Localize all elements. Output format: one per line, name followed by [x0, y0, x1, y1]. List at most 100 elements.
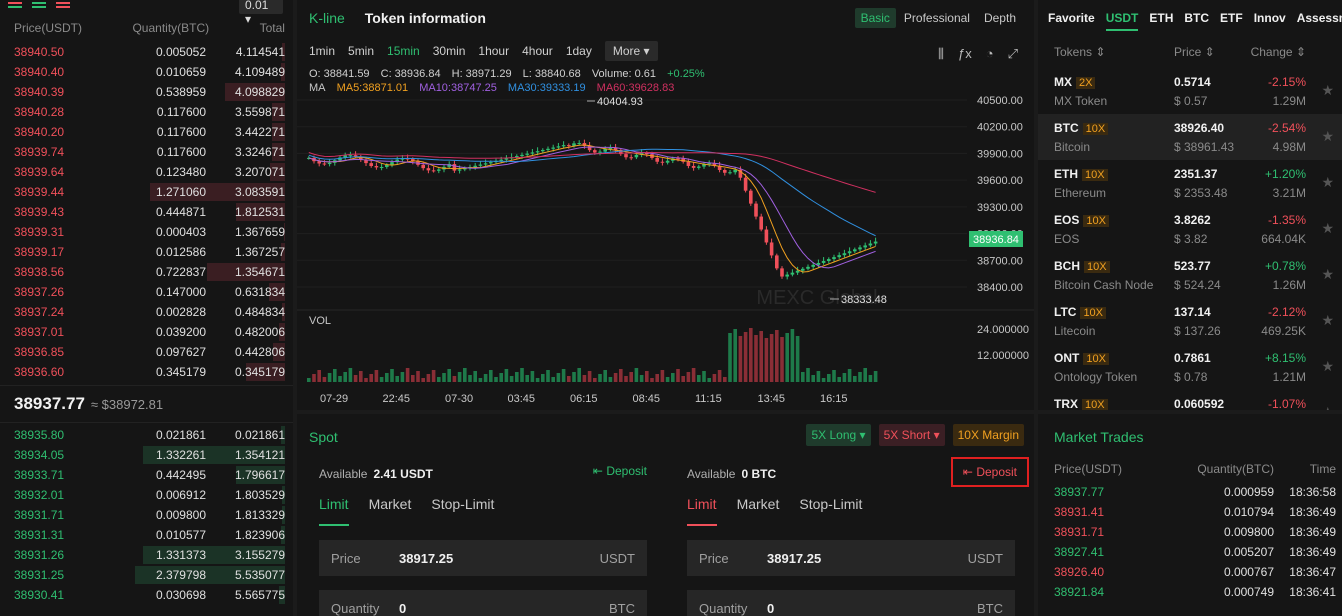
candle-style-icon[interactable]: ⫼: [938, 46, 944, 62]
market-row[interactable]: LTC 10X 137.14 -2.12% Litecoin $ 137.26 469.25…: [1038, 298, 1342, 344]
market-tab-assessment[interactable]: Assessment: [1297, 11, 1342, 25]
buy-price-value[interactable]: 38917.25: [399, 551, 600, 566]
interval-1min[interactable]: 1min: [309, 44, 335, 58]
favorite-star-icon[interactable]: ★: [1321, 358, 1334, 375]
favorite-star-icon[interactable]: ★: [1321, 312, 1334, 329]
favorite-star-icon[interactable]: ★: [1321, 128, 1334, 145]
buy-tab-market[interactable]: Market: [369, 496, 412, 526]
ask-row[interactable]: 38937.24 0.002828 0.484834: [0, 302, 293, 322]
bid-row[interactable]: 38931.25 2.379798 5.535077: [0, 565, 293, 585]
row-price: 38934.05: [14, 448, 65, 462]
more-intervals-button[interactable]: More ▾: [604, 41, 658, 61]
sell-price-value[interactable]: 38917.25: [767, 551, 968, 566]
long-5x-button[interactable]: 5X Long ▾: [806, 424, 871, 446]
bid-row[interactable]: 38931.71 0.009800 1.813329: [0, 505, 293, 525]
kline-chart[interactable]: 40500.00 40200.00 39900.00 39600.00 39300.00…: [297, 94, 1034, 410]
favorite-star-icon[interactable]: ★: [1321, 220, 1334, 237]
book-asks-icon[interactable]: [56, 2, 70, 12]
ask-row[interactable]: 38940.28 0.117600 3.559871: [0, 102, 293, 122]
interval-4hour[interactable]: 4hour: [522, 44, 553, 58]
market-row[interactable]: MX 2X 0.5714 -2.15% MX Token $ 0.57 1.29M ★: [1038, 68, 1342, 114]
ask-row[interactable]: 38936.60 0.345179 0.345179: [0, 362, 293, 382]
sell-tab-market[interactable]: Market: [737, 496, 780, 526]
favorite-star-icon[interactable]: ★: [1321, 82, 1334, 99]
ask-row[interactable]: 38937.26 0.147000 0.631834: [0, 282, 293, 302]
favorite-star-icon[interactable]: ★: [1321, 266, 1334, 283]
bid-row[interactable]: 38933.71 0.442495 1.796617: [0, 465, 293, 485]
market-tab-usdt[interactable]: USDT: [1105, 11, 1139, 31]
sell-deposit-link[interactable]: ⇤ Deposit: [950, 457, 1029, 487]
settings-gauge-icon[interactable]: ◔: [986, 46, 994, 62]
indicator-icon[interactable]: ƒx: [958, 46, 972, 62]
bid-row[interactable]: 38931.31 0.010577 1.823906: [0, 525, 293, 545]
volume-bar: [478, 378, 483, 382]
book-both-icon[interactable]: [8, 2, 22, 12]
market-row[interactable]: BCH 10X 523.77 +0.78% Bitcoin Cash Node $ 524…: [1038, 252, 1342, 298]
tab-kline[interactable]: K-line: [309, 10, 345, 26]
bid-row[interactable]: 38931.26 1.331373 3.155279: [0, 545, 293, 565]
view-basic[interactable]: Basic: [854, 8, 896, 28]
market-row[interactable]: TRX 10X 0.060592 -1.07% ★: [1038, 390, 1342, 410]
bid-row[interactable]: 38932.01 0.006912 1.803529: [0, 485, 293, 505]
sell-tab-stop-limit[interactable]: Stop-Limit: [799, 496, 862, 526]
buy-price-field[interactable]: Price 38917.25 USDT: [319, 540, 647, 576]
view-depth[interactable]: Depth: [978, 8, 1022, 28]
market-tab-eth[interactable]: ETH: [1149, 11, 1173, 25]
header-price[interactable]: Price ⇕: [1174, 45, 1244, 59]
favorite-star-icon[interactable]: ★: [1321, 174, 1334, 191]
market-tab-etf[interactable]: ETF: [1220, 11, 1243, 25]
short-5x-button[interactable]: 5X Short ▾: [878, 424, 945, 446]
buy-quantity-field[interactable]: Quantity 0 BTC: [319, 590, 647, 616]
sell-quantity-value[interactable]: 0: [767, 601, 977, 616]
interval-5min[interactable]: 5min: [348, 44, 374, 58]
ask-row[interactable]: 38939.43 0.444871 1.812531: [0, 202, 293, 222]
book-bids-icon[interactable]: [32, 2, 46, 12]
ask-row[interactable]: 38938.56 0.722837 1.354671: [0, 262, 293, 282]
ask-row[interactable]: 38939.44 1.271060 3.083591: [0, 182, 293, 202]
sell-tab-limit[interactable]: Limit: [687, 496, 717, 526]
sell-quantity-field[interactable]: Quantity 0 BTC: [687, 590, 1015, 616]
precision-select[interactable]: 0.01 ▾: [239, 0, 283, 26]
tab-token-information[interactable]: Token information: [365, 10, 486, 26]
buy-tab-stop-limit[interactable]: Stop-Limit: [431, 496, 494, 526]
row-total: 0.021861: [234, 428, 285, 442]
interval-1day[interactable]: 1day: [566, 44, 592, 58]
ask-row[interactable]: 38940.40 0.010659 4.109489: [0, 62, 293, 82]
buy-quantity-value[interactable]: 0: [399, 601, 609, 616]
buy-deposit-link[interactable]: ⇤ Deposit: [593, 464, 647, 478]
ask-row[interactable]: 38939.64 0.123480 3.207071: [0, 162, 293, 182]
ask-row[interactable]: 38939.31 0.000403 1.367659: [0, 222, 293, 242]
market-row[interactable]: EOS 10X 3.8262 -1.35% EOS $ 3.82 664.04K ★: [1038, 206, 1342, 252]
interval-1hour[interactable]: 1hour: [478, 44, 509, 58]
ask-row[interactable]: 38937.01 0.039200 0.482006: [0, 322, 293, 342]
ask-row[interactable]: 38939.74 0.117600 3.324671: [0, 142, 293, 162]
bid-row[interactable]: 38930.41 0.030698 5.565775: [0, 585, 293, 605]
market-tab-innov[interactable]: Innov: [1254, 11, 1286, 25]
candle-body: [769, 242, 774, 256]
ask-row[interactable]: 38940.50 0.005052 4.114541: [0, 42, 293, 62]
favorite-star-icon[interactable]: ★: [1321, 404, 1334, 410]
candle-body: [369, 163, 373, 167]
market-row[interactable]: ETH 10X 2351.37 +1.20% Ethereum $ 2353.48 3.21…: [1038, 160, 1342, 206]
interval-15min[interactable]: 15min: [387, 44, 420, 58]
market-row[interactable]: ONT 10X 0.7861 +8.15% Ontology Token $ 0.78 1.…: [1038, 344, 1342, 390]
bid-row[interactable]: 38934.05 1.332261 1.354121: [0, 445, 293, 465]
buy-tab-limit[interactable]: Limit: [319, 496, 349, 526]
header-tokens[interactable]: Tokens ⇕: [1054, 45, 1174, 59]
sell-price-field[interactable]: Price 38917.25 USDT: [687, 540, 1015, 576]
interval-30min[interactable]: 30min: [433, 44, 466, 58]
market-trades-title[interactable]: Market Trades: [1038, 414, 1342, 456]
header-change[interactable]: Change ⇕: [1244, 45, 1306, 59]
spot-title[interactable]: Spot: [309, 429, 338, 445]
fullscreen-icon[interactable]: ⤢: [1008, 46, 1018, 62]
margin-10x-button[interactable]: 10X Margin: [952, 424, 1024, 446]
view-professional[interactable]: Professional: [898, 8, 976, 28]
ask-row[interactable]: 38940.39 0.538959 4.098829: [0, 82, 293, 102]
market-tab-favorite[interactable]: Favorite: [1048, 11, 1095, 25]
ask-row[interactable]: 38939.17 0.012586 1.367257: [0, 242, 293, 262]
ask-row[interactable]: 38936.85 0.097627 0.442806: [0, 342, 293, 362]
ask-row[interactable]: 38940.20 0.117600 3.442271: [0, 122, 293, 142]
market-row[interactable]: BTC 10X 38926.40 -2.54% Bitcoin $ 38961.43 4.9…: [1038, 114, 1342, 160]
market-tab-btc[interactable]: BTC: [1184, 11, 1209, 25]
bid-row[interactable]: 38935.80 0.021861 0.021861: [0, 425, 293, 445]
